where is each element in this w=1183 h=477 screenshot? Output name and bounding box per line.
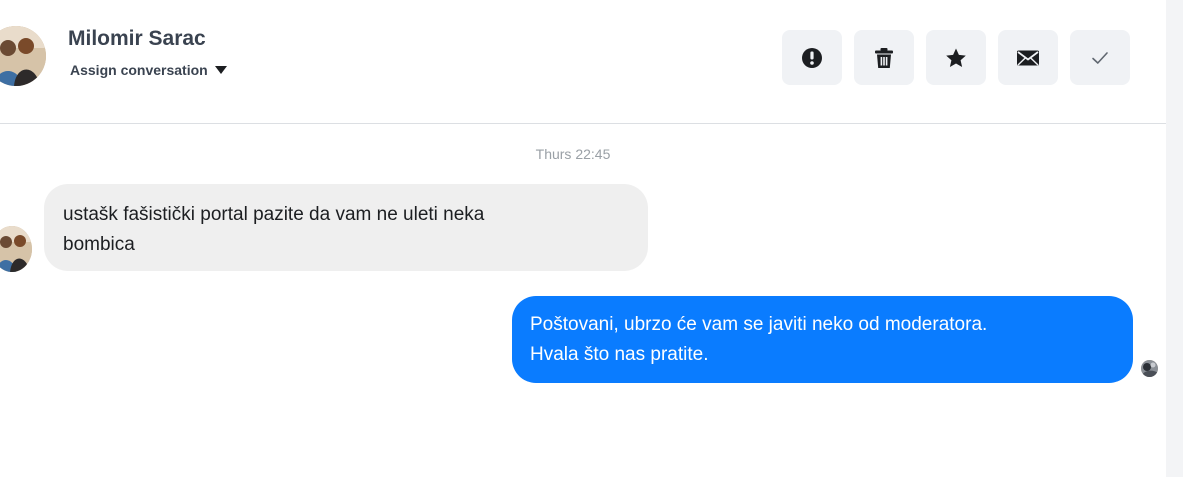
seen-receipt-avatar — [1141, 360, 1158, 377]
outgoing-message-bubble[interactable]: Poštovani, ubrzo će vam se javiti neko o… — [512, 296, 1133, 383]
trash-icon — [875, 47, 893, 68]
caret-down-icon — [214, 66, 227, 74]
message-text-line: Poštovani, ubrzo će vam se javiti neko o… — [530, 314, 988, 335]
delete-button[interactable] — [854, 30, 914, 85]
message-text-line: bombica — [63, 234, 135, 255]
assign-conversation-dropdown[interactable]: Assign conversation — [70, 62, 227, 78]
message-timestamp: Thurs 22:45 — [535, 146, 611, 162]
seen-receipt-photo — [1141, 360, 1158, 377]
conversation-actions — [782, 30, 1130, 85]
message-text-line: ustašk fašistički portal pazite da vam n… — [63, 204, 485, 225]
scrollbar-track[interactable] — [1166, 0, 1183, 477]
sender-photo — [0, 226, 32, 272]
incoming-message-bubble[interactable]: ustašk fašistički portal pazite da vam n… — [44, 184, 648, 271]
contact-name[interactable]: Milomir Sarac — [68, 27, 206, 51]
message-text-line: Hvala što nas pratite. — [530, 344, 709, 365]
star-icon — [946, 48, 966, 67]
assign-conversation-label: Assign conversation — [70, 62, 208, 78]
contact-avatar[interactable] — [0, 26, 46, 86]
alert-circle-icon — [802, 47, 822, 68]
checkmark-icon — [1092, 51, 1108, 64]
star-button[interactable] — [926, 30, 986, 85]
messenger-conversation-view: Milomir Sarac Assign conversation Thurs … — [0, 0, 1183, 477]
mark-as-unread-button[interactable] — [998, 30, 1058, 85]
mark-as-spam-button[interactable] — [782, 30, 842, 85]
conversation-header: Milomir Sarac Assign conversation — [0, 0, 1166, 124]
mark-as-done-button[interactable] — [1070, 30, 1130, 85]
sender-avatar[interactable] — [0, 226, 32, 272]
contact-photo — [0, 26, 46, 86]
envelope-icon — [1017, 50, 1039, 66]
